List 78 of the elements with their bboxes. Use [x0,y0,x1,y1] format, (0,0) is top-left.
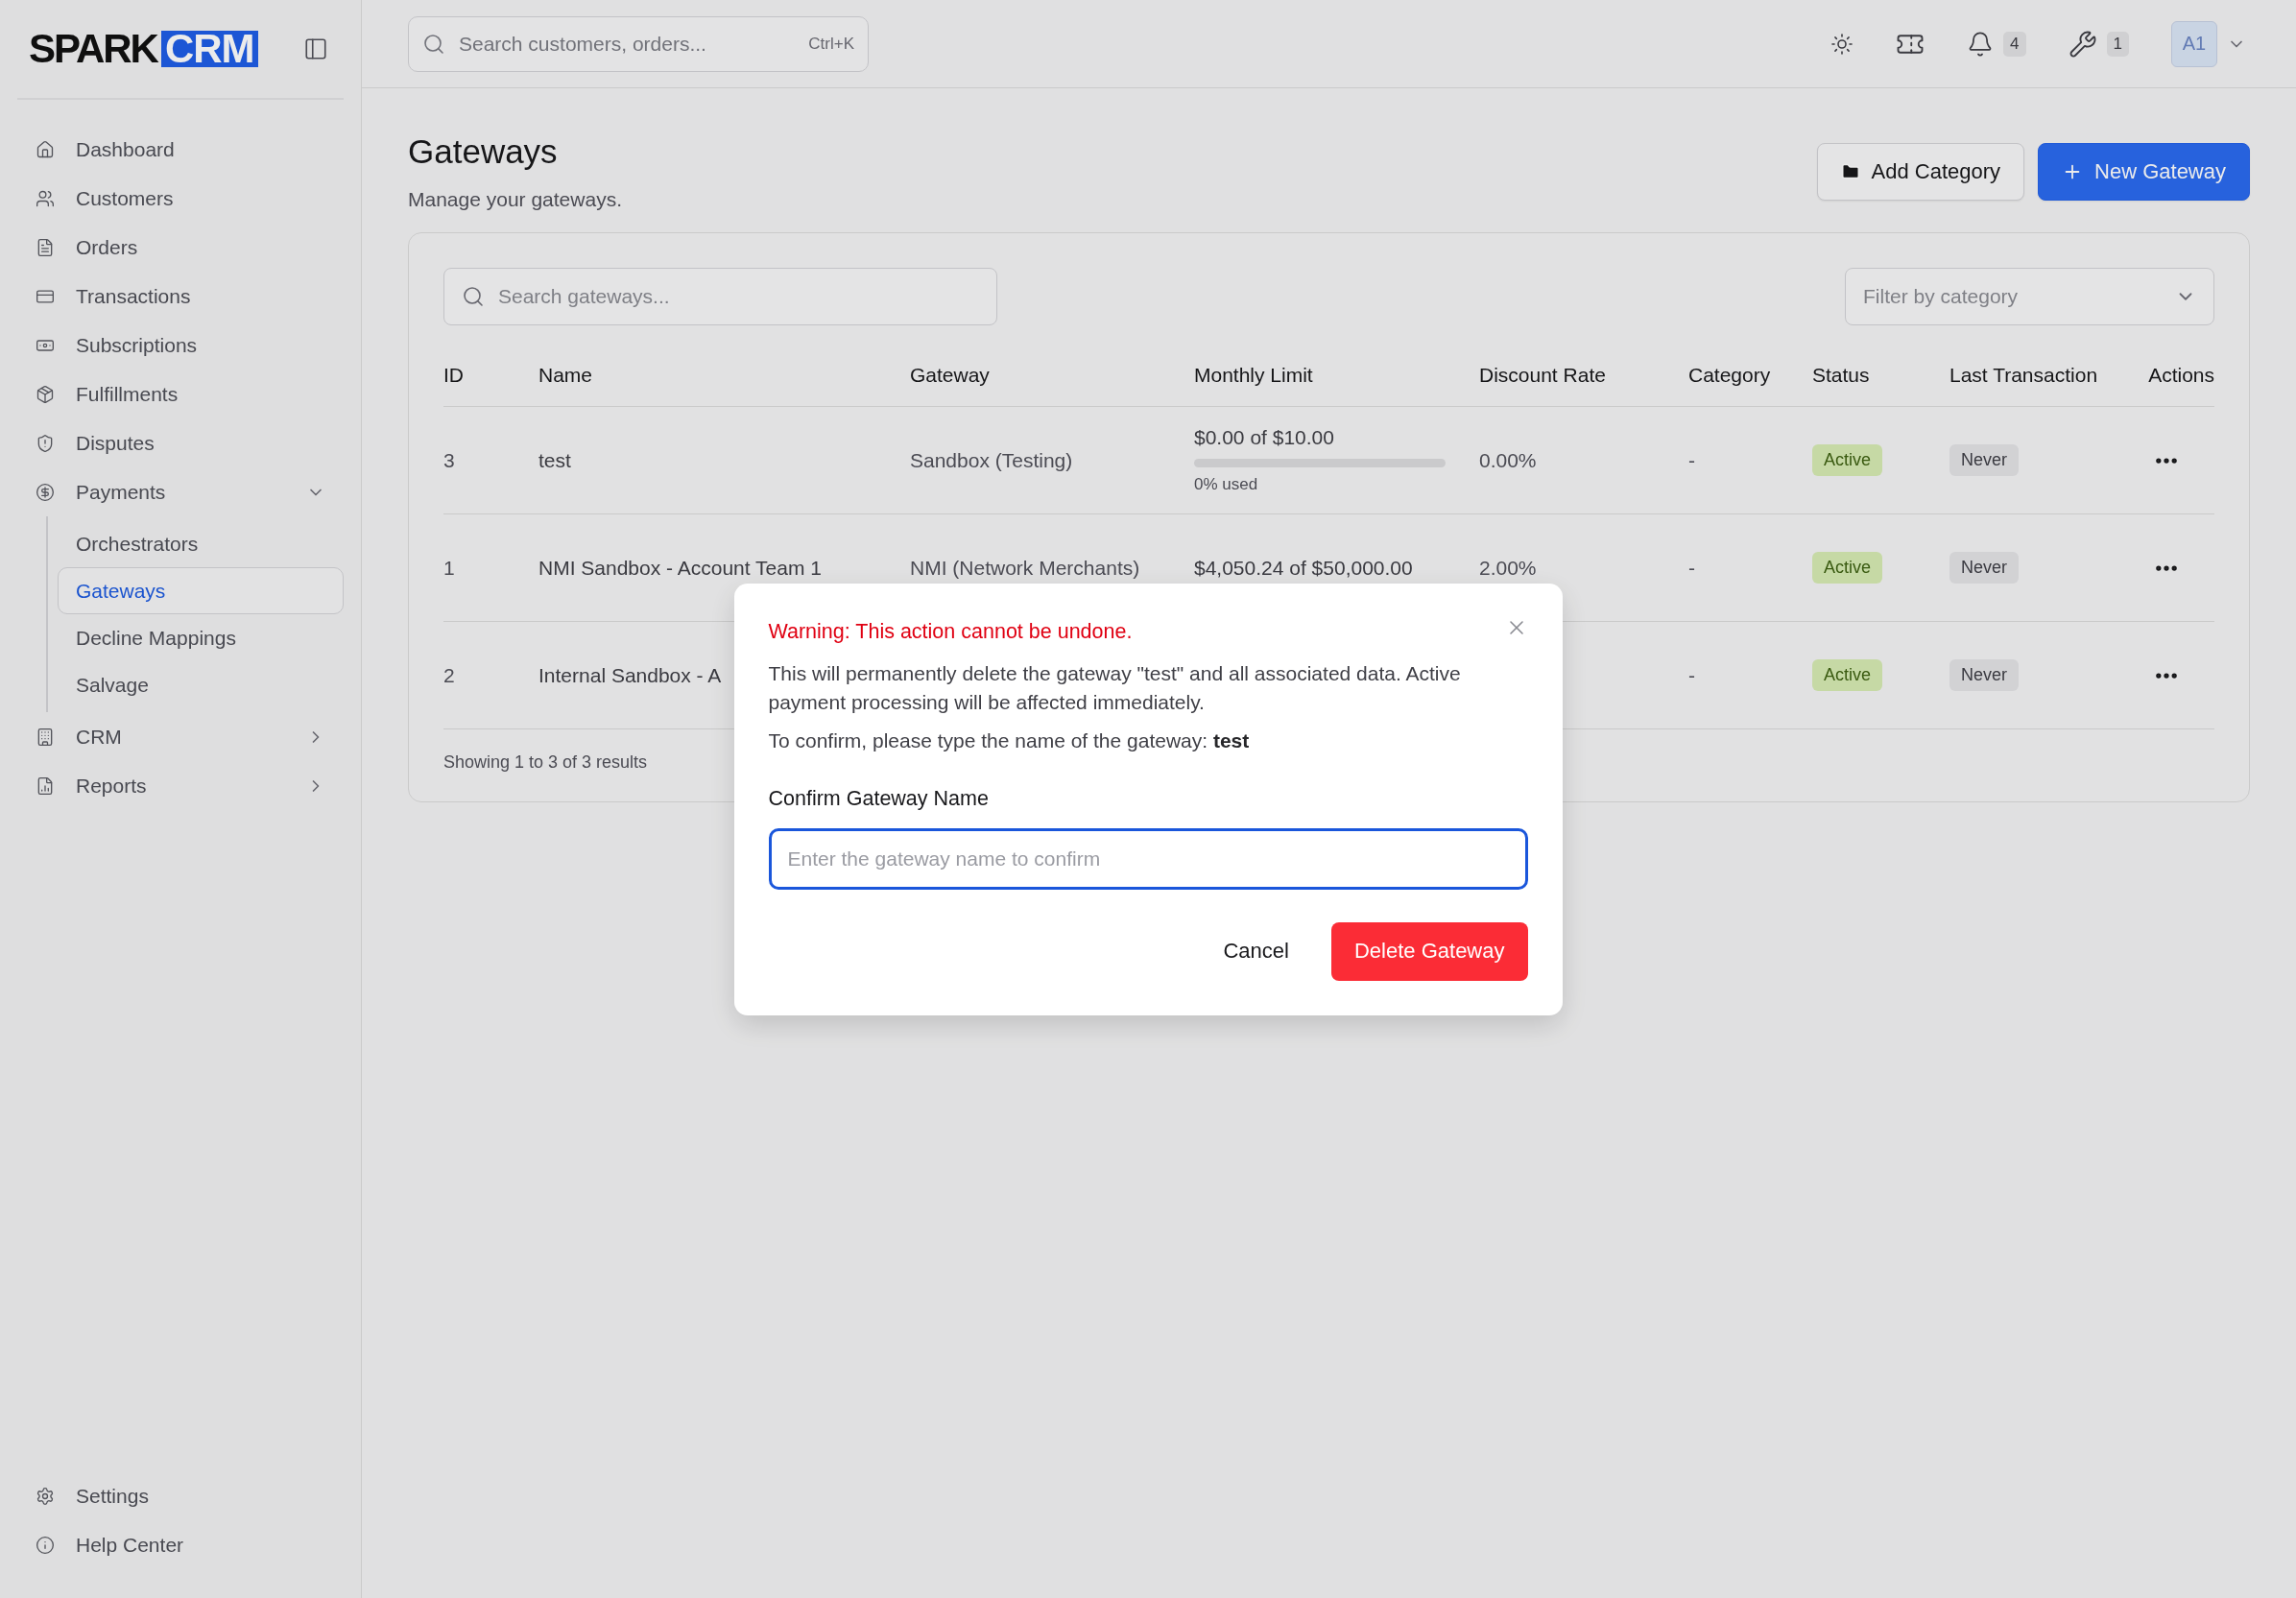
table-cell: test [538,448,571,472]
table-cell: - [1688,663,1695,687]
table-cell: 2 [443,663,455,687]
report-icon [36,775,55,796]
nav-item[interactable]: Settings [17,1471,344,1520]
search-icon [462,285,485,308]
status-badge: Active [1812,552,1883,584]
delete-button[interactable]: Delete Gateway [1330,921,1528,981]
column-header: Name [538,352,910,407]
nav-item[interactable]: Reports [17,761,344,810]
nav-item[interactable]: CRM [17,712,344,761]
column-header: Category [1688,352,1812,407]
nav-item[interactable]: Transactions [17,272,344,321]
search-placeholder: Search customers, orders... [459,32,706,56]
column-header: Gateway [910,352,1194,407]
info-icon [36,1535,55,1555]
nav-item[interactable]: Orders [17,223,344,272]
page-title: Gateways [408,132,559,171]
search-field[interactable]: Search customers, orders... Ctrl+K [408,15,869,72]
cancel-button[interactable]: Cancel [1200,921,1312,981]
building-icon [36,727,55,747]
page-subtitle: Manage your gateways. [408,188,622,211]
wrench-icon [2068,29,2097,59]
settings-icon [36,1486,55,1506]
dialog-message: This will permanently delete the gateway "test" and all associated data. Active payment processing will be affected immediately. [768,660,1462,715]
confirm-prompt: To confirm, please type the name of the gateway: test [768,727,1251,753]
table-cell: Sandbox (Testing) [910,448,1073,472]
table-cell: 0.00% [1479,448,1537,472]
warning-text: Warning: This action cannot be undone. [768,619,1133,644]
limit-amount: $0.00 of $10.00 [1194,426,1334,449]
nav-item[interactable]: Help Center [17,1520,344,1569]
column-header: Discount Rate [1479,352,1688,407]
gateway-name-input[interactable]: Enter the gateway name to confirm [768,827,1528,890]
search-icon [422,32,445,56]
usage-text: 0% used [1194,475,1258,494]
document-icon [36,237,55,257]
table-cell: NMI (Network Merchants) [910,556,1140,580]
last-transaction-badge: Never [1949,552,2019,584]
dollar-icon [36,482,55,502]
box-icon [36,384,55,404]
table-cell: - [1688,556,1695,580]
status-badge: Active [1812,659,1883,691]
limit-amount: $4,050.24 of $50,000.00 [1194,556,1413,580]
shield-icon [36,433,55,453]
nav-item[interactable]: Customers [17,174,344,223]
column-header: ID [443,352,538,407]
nav-subitem[interactable]: Salvage [58,661,344,708]
table-cell: 3 [443,448,455,472]
table-cell: - [1688,448,1695,472]
add-category-button[interactable]: Add Category [1816,143,2025,201]
new-gateway-button[interactable]: New Gateway [2038,143,2250,201]
nav-item[interactable]: Payments [17,467,344,516]
tools-button[interactable]: 1 [2064,25,2133,62]
house-icon [36,139,55,159]
last-transaction-badge: Never [1949,444,2019,476]
status-badge: Active [1812,444,1883,476]
nav-subitem[interactable]: Decline Mappings [58,614,344,661]
nav-subitem[interactable]: Gateways [58,567,344,614]
table-cell: 2.00% [1479,556,1537,580]
results-summary: Showing 1 to 3 of 3 results [443,752,648,773]
column-header: Last Transaction [1949,352,2144,407]
table-cell: 1 [443,556,455,580]
column-header: Status [1812,352,1949,407]
notifications-button[interactable]: 4 [1963,26,2030,61]
nav-item[interactable]: Subscriptions [17,321,344,370]
shortcut-hint: Ctrl+K [808,34,854,54]
nav-subitem[interactable]: Orchestrators [58,520,344,567]
last-transaction-badge: Never [1949,659,2019,691]
logo: SPARK CRM [29,26,258,72]
nav-item[interactable]: Fulfillments [17,370,344,418]
table-cell: NMI Sandbox - Account Team 1 [538,556,822,580]
column-header: Actions [2144,352,2214,407]
nav-item[interactable]: Disputes [17,418,344,467]
table-cell: Internal Sandbox - A [538,663,722,687]
nav-item[interactable]: Dashboard [17,125,344,174]
column-header: Monthly Limit [1194,352,1479,407]
users-icon [36,188,55,208]
field-label: Confirm Gateway Name [768,786,990,811]
